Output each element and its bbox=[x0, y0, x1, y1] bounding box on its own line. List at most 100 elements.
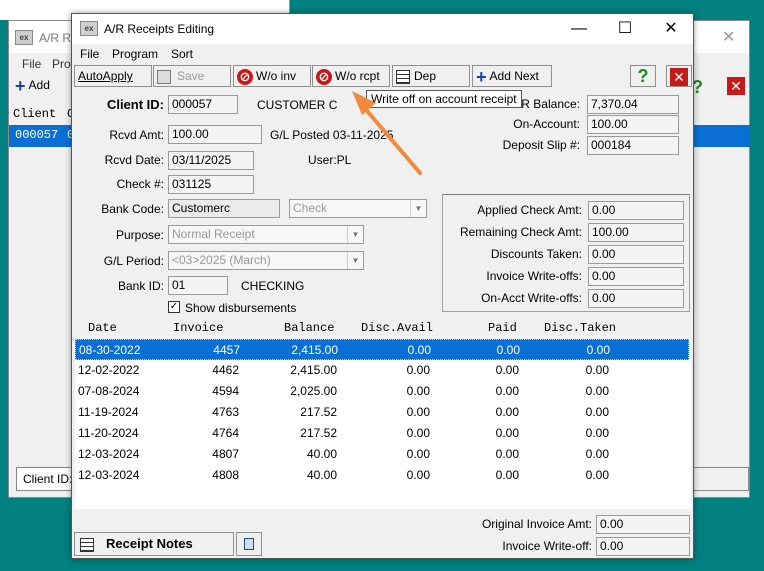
minimize-icon[interactable]: — bbox=[556, 14, 602, 44]
table-cell: 4808 bbox=[212, 468, 239, 482]
col-paid[interactable]: Paid bbox=[488, 321, 517, 335]
rcvd-date-field[interactable]: 03/11/2025 bbox=[168, 151, 254, 170]
discounts-taken-label: Discounts Taken: bbox=[490, 247, 582, 261]
table-cell: 11-20-2024 bbox=[78, 426, 139, 440]
table-cell: 4462 bbox=[212, 363, 239, 377]
remaining-check-label: Remaining Check Amt: bbox=[459, 225, 582, 239]
bank-type-value: Check bbox=[293, 201, 328, 215]
client-id-label: Client ID: bbox=[106, 97, 164, 112]
close-icon[interactable]: ✕ bbox=[722, 27, 735, 47]
bg-client-col: Client bbox=[13, 107, 57, 121]
table-cell: 4764 bbox=[212, 426, 239, 440]
menu-program[interactable]: Program bbox=[112, 47, 158, 61]
table-cell: 0.00 bbox=[585, 426, 609, 440]
table-row[interactable]: 12-03-2024 4807 40.00 0.00 0.00 0.00 bbox=[75, 444, 689, 465]
show-disbursements-checkbox[interactable]: ✓ bbox=[168, 301, 180, 313]
table-cell: 0.00 bbox=[585, 384, 609, 398]
table-cell: 0.00 bbox=[495, 468, 519, 482]
bg-client-row: 000057 bbox=[15, 128, 59, 142]
bg-menu-pro[interactable]: Pro bbox=[52, 57, 71, 71]
table-cell: 0.00 bbox=[496, 343, 520, 357]
menu-sort[interactable]: Sort bbox=[171, 47, 193, 61]
remaining-check-field[interactable]: 100.00 bbox=[588, 223, 684, 242]
bank-id-field[interactable]: 01 bbox=[168, 276, 228, 295]
rcvd-amt-label: Rcvd Amt: bbox=[109, 128, 164, 142]
onacct-writeoffs-field[interactable]: 0.00 bbox=[588, 289, 684, 308]
dialog-title: A/R Receipts Editing bbox=[104, 22, 215, 36]
rcvd-amt-field[interactable]: 100.00 bbox=[168, 125, 262, 144]
copy-icon bbox=[244, 538, 254, 550]
save-label: Save bbox=[177, 69, 205, 83]
discounts-taken-field[interactable]: 0.00 bbox=[588, 245, 684, 264]
invoice-writeoff-field[interactable]: 0.00 bbox=[596, 537, 690, 556]
gl-period-label: G/L Period: bbox=[103, 254, 164, 268]
copy-button[interactable] bbox=[236, 532, 262, 556]
table-cell: 4763 bbox=[212, 405, 239, 419]
table-cell: 0.00 bbox=[406, 384, 430, 398]
dep-button[interactable]: Dep bbox=[392, 65, 470, 87]
save-button[interactable]: Save bbox=[153, 65, 231, 87]
invoice-writeoffs-field[interactable]: 0.00 bbox=[588, 267, 684, 286]
plus-icon: + bbox=[15, 76, 26, 96]
purpose-value: Normal Receipt bbox=[172, 227, 255, 241]
col-balance[interactable]: Balance bbox=[284, 321, 334, 335]
table-row[interactable]: 12-03-2024 4808 40.00 0.00 0.00 0.00 bbox=[75, 465, 689, 486]
table-cell: 217.52 bbox=[300, 405, 337, 419]
on-account-field[interactable]: 100.00 bbox=[587, 115, 679, 134]
table-cell: 217.52 bbox=[300, 426, 337, 440]
notepad-icon bbox=[80, 537, 94, 552]
orig-invoice-field[interactable]: 0.00 bbox=[596, 515, 690, 534]
bank-type-dropdown[interactable]: Check ▼ bbox=[289, 199, 427, 218]
table-cell: 11-19-2024 bbox=[78, 405, 139, 419]
table-cell: 40.00 bbox=[306, 447, 337, 461]
table-cell: 08-30-2022 bbox=[79, 343, 141, 357]
gl-period-dropdown[interactable]: <03>2025 (March) ▼ bbox=[168, 251, 364, 270]
bg-menu-file[interactable]: File bbox=[22, 57, 41, 71]
check-field[interactable]: 031125 bbox=[168, 175, 254, 194]
bank-code-label: Bank Code: bbox=[101, 202, 164, 216]
table-cell: 2,415.00 bbox=[291, 343, 338, 357]
table-cell: 0.00 bbox=[495, 405, 519, 419]
table-cell: 0.00 bbox=[586, 343, 610, 357]
table-cell: 0.00 bbox=[495, 384, 519, 398]
close-icon[interactable]: ✕ bbox=[648, 14, 694, 44]
table-cell: 4457 bbox=[213, 343, 240, 357]
wo-rcpt-button[interactable]: ⊘ W/o rcpt bbox=[312, 65, 390, 87]
table-row[interactable]: 08-30-2022 4457 2,415.00 0.00 0.00 0.00 bbox=[75, 339, 689, 360]
table-cell: 0.00 bbox=[585, 405, 609, 419]
bank-id-label: Bank ID: bbox=[117, 279, 164, 293]
wo-inv-button[interactable]: ⊘ W/o inv bbox=[233, 65, 311, 87]
bank-code-field[interactable]: Customerc bbox=[168, 199, 280, 218]
client-id-field[interactable]: 000057 bbox=[168, 95, 238, 114]
help-button[interactable]: ? bbox=[630, 65, 656, 87]
table-cell: 0.00 bbox=[407, 343, 431, 357]
receipt-notes-label: Receipt Notes bbox=[106, 536, 193, 551]
col-invoice[interactable]: Invoice bbox=[173, 321, 223, 335]
col-date[interactable]: Date bbox=[88, 321, 117, 335]
wo-inv-label: W/o inv bbox=[256, 69, 297, 83]
table-row[interactable]: 11-20-2024 4764 217.52 0.00 0.00 0.00 bbox=[75, 423, 689, 444]
deposit-slip-field[interactable]: 000184 bbox=[587, 136, 679, 155]
bg-add-button[interactable]: + Add bbox=[15, 76, 50, 96]
menu-file[interactable]: File bbox=[80, 47, 99, 61]
autoapply-button[interactable]: AutoApply bbox=[74, 65, 152, 87]
applied-check-field[interactable]: 0.00 bbox=[588, 201, 684, 220]
col-disc-taken[interactable]: Disc.Taken bbox=[544, 321, 616, 335]
chevron-down-icon: ▼ bbox=[347, 226, 363, 243]
deposit-slip-label: Deposit Slip #: bbox=[502, 138, 580, 152]
add-next-button[interactable]: + Add Next bbox=[472, 65, 552, 87]
exit-button[interactable]: ✕ bbox=[666, 65, 692, 87]
col-disc-avail[interactable]: Disc.Avail bbox=[361, 321, 433, 335]
table-row[interactable]: 12-02-2022 4462 2,415.00 0.00 0.00 0.00 bbox=[75, 360, 689, 381]
plus-icon: + bbox=[476, 66, 487, 87]
table-row[interactable]: 07-08-2024 4594 2,025.00 0.00 0.00 0.00 bbox=[75, 381, 689, 402]
receipt-notes-button[interactable]: Receipt Notes bbox=[74, 532, 234, 556]
check-label: Check #: bbox=[116, 177, 164, 191]
purpose-dropdown[interactable]: Normal Receipt ▼ bbox=[168, 225, 364, 244]
maximize-icon[interactable]: ☐ bbox=[602, 14, 648, 44]
balance-field[interactable]: 7,370.04 bbox=[587, 95, 679, 114]
table-cell: 12-03-2024 bbox=[78, 468, 140, 482]
table-row[interactable]: 11-19-2024 4763 217.52 0.00 0.00 0.00 bbox=[75, 402, 689, 423]
dep-label: Dep bbox=[414, 69, 437, 83]
bg-close-x-icon[interactable]: ✕ bbox=[727, 77, 745, 95]
